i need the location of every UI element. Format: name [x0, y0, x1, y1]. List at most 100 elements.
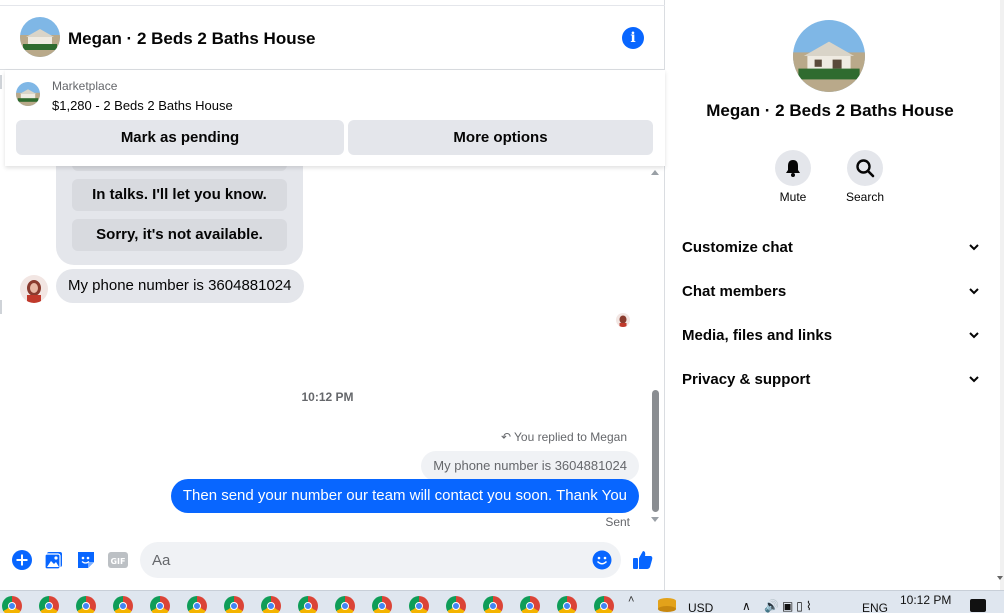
notification-icon[interactable]	[970, 599, 986, 612]
section-privacy-support[interactable]: Privacy & support	[682, 364, 982, 394]
browser-taskbar-icon[interactable]	[76, 596, 96, 613]
mute-circle[interactable]	[775, 150, 811, 186]
clock[interactable]: 10:12 PM	[900, 593, 951, 607]
chevron-down-icon	[969, 376, 979, 383]
more-options-button[interactable]: More options	[348, 120, 653, 155]
sticker-icon[interactable]	[75, 549, 97, 571]
info-avatar[interactable]	[793, 20, 865, 92]
browser-taskbar-icon[interactable]	[446, 596, 466, 613]
chat-header: Megan · 2 Beds 2 Baths House i	[0, 6, 665, 70]
quick-reply-button[interactable]: In talks. I'll let you know.	[72, 179, 287, 211]
person-photo-icon	[20, 275, 48, 303]
browser-taskbar-icon[interactable]	[298, 596, 318, 613]
browser-core	[119, 602, 127, 610]
taskbar: ˄ USD ∧ 🔊▣▯⌇ ENG 10:12 PM	[0, 590, 1004, 613]
caret-up-icon[interactable]: ∧	[742, 599, 751, 613]
conversation-info-panel: Megan · 2 Beds 2 Baths House Mute Search…	[666, 0, 1004, 590]
message-timestamp: 10:12 PM	[301, 390, 354, 404]
currency-indicator[interactable]: USD	[688, 601, 713, 613]
quick-reply-button[interactable]: Sorry, it's not available.	[72, 219, 287, 251]
browser-taskbar-icon[interactable]	[557, 596, 577, 613]
chat-pane: Megan · 2 Beds 2 Baths House i Marketpla…	[0, 0, 665, 590]
plus-icon[interactable]	[11, 549, 33, 571]
section-label: Privacy & support	[682, 371, 811, 388]
browser-core	[563, 602, 571, 610]
chevron-down-icon	[969, 288, 979, 295]
browser-core	[526, 602, 534, 610]
quick-reply-hidden	[72, 166, 287, 171]
browser-taskbar-icon[interactable]	[224, 596, 244, 613]
listing-title[interactable]: $1,280 - 2 Beds 2 Baths House	[52, 98, 233, 113]
browser-taskbar-icon[interactable]	[150, 596, 170, 613]
scroll-down-arrow[interactable]	[651, 517, 659, 522]
browser-core	[82, 602, 90, 610]
browser-core	[415, 602, 423, 610]
mute-label: Mute	[779, 190, 807, 204]
browser-core	[267, 602, 275, 610]
incoming-message[interactable]: My phone number is 3604881024	[56, 269, 304, 303]
search-button[interactable]: Search	[835, 150, 895, 204]
conversation-title[interactable]: Megan · 2 Beds 2 Baths House	[68, 29, 316, 49]
browser-taskbar-icon[interactable]	[2, 596, 22, 613]
language-indicator[interactable]: ENG	[862, 601, 888, 613]
replied-indicator: ↶ You replied to Megan	[501, 430, 627, 444]
quoted-message[interactable]: My phone number is 3604881024	[421, 451, 639, 481]
info-icon[interactable]: i	[622, 27, 644, 49]
browser-core	[156, 602, 164, 610]
browser-core	[378, 602, 386, 610]
message-scrollbar[interactable]	[650, 170, 662, 530]
thumbs-up-icon[interactable]	[631, 548, 655, 572]
marketplace-label: Marketplace	[52, 79, 118, 93]
photo-icon[interactable]	[43, 549, 65, 571]
window-edge	[0, 75, 2, 89]
browser-taskbar-icon[interactable]	[335, 596, 355, 613]
section-chat-members[interactable]: Chat members	[682, 276, 982, 306]
section-label: Chat members	[682, 283, 787, 300]
browser-taskbar-icon[interactable]	[483, 596, 503, 613]
scroll-up-arrow[interactable]	[651, 170, 659, 175]
conversation-avatar[interactable]	[20, 17, 60, 57]
browser-core	[45, 602, 53, 610]
browser-core	[600, 602, 608, 610]
window-edge	[0, 300, 2, 314]
browser-taskbar-icon[interactable]	[594, 596, 614, 613]
section-media-files-links[interactable]: Media, files and links	[682, 320, 982, 350]
browser-taskbar-icon[interactable]	[187, 596, 207, 613]
browser-taskbar-icon[interactable]	[113, 596, 133, 613]
listing-thumbnail[interactable]	[16, 82, 40, 106]
mute-button[interactable]: Mute	[763, 150, 823, 204]
chevron-down-icon	[969, 332, 979, 339]
browser-core	[489, 602, 497, 610]
tray-expand-icon[interactable]: ˄	[628, 594, 634, 606]
browser-taskbar-icon[interactable]	[409, 596, 429, 613]
browser-taskbar-icon[interactable]	[261, 596, 281, 613]
section-label: Media, files and links	[682, 327, 833, 344]
search-circle[interactable]	[847, 150, 883, 186]
emoji-icon[interactable]	[592, 550, 612, 570]
outgoing-message[interactable]: Then send your number our team will cont…	[170, 479, 639, 513]
message-input[interactable]	[140, 542, 621, 578]
scroll-thumb[interactable]	[652, 390, 659, 512]
system-tray-icons[interactable]: 🔊▣▯⌇	[764, 599, 815, 613]
section-customize-chat[interactable]: Customize chat	[682, 232, 982, 262]
window-scrollbar[interactable]	[1000, 0, 1004, 590]
svg-text:GIF: GIF	[110, 557, 125, 566]
search-icon	[856, 159, 875, 178]
browser-core	[341, 602, 349, 610]
message-list: In talks. I'll let you know. Sorry, it's…	[0, 166, 665, 540]
gif-icon[interactable]: GIF	[107, 549, 129, 571]
search-label: Search	[845, 190, 885, 204]
coins-icon[interactable]	[655, 597, 679, 613]
person-photo-icon	[616, 313, 630, 327]
browser-taskbar-icon[interactable]	[520, 596, 540, 613]
browser-taskbar-icon[interactable]	[372, 596, 392, 613]
scroll-down-arrow[interactable]	[997, 576, 1003, 580]
house-photo-icon	[20, 17, 60, 57]
sender-avatar[interactable]	[20, 275, 48, 303]
browser-core	[193, 602, 201, 610]
browser-core	[8, 602, 16, 610]
browser-core	[230, 602, 238, 610]
mark-as-pending-button[interactable]: Mark as pending	[16, 120, 344, 155]
house-photo-icon	[793, 20, 865, 92]
browser-taskbar-icon[interactable]	[39, 596, 59, 613]
